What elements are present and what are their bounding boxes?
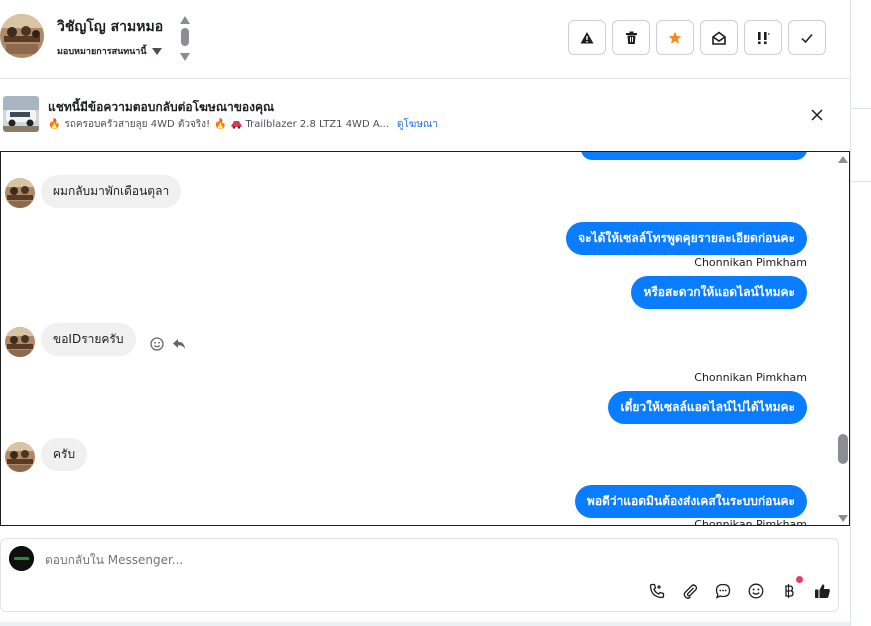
conversation-navigator [179,16,191,62]
mark-done-button[interactable] [788,20,826,55]
delete-button[interactable] [612,20,650,55]
scroll-down-arrow[interactable] [838,515,848,522]
notification-dot [796,576,803,583]
avatar [5,178,35,208]
emoji-icon [748,583,764,599]
trash-icon [625,31,637,44]
contact-name: วิชัญโญ สามหมอ [57,19,164,35]
baht-icon [785,584,794,598]
view-ad-link[interactable]: ดูโฆษณา [397,117,438,132]
saved-reply-icon [715,583,731,599]
saved-reply-button[interactable] [713,581,733,601]
conversation-panel: วิชัญโญ สามหมอ มอบหมายการสนทนานี้ แชทนี้… [0,0,850,622]
message-bubble-outgoing[interactable]: หรือสะดวกให้แอดไลน์ไหมคะ [631,276,807,309]
assign-label: มอบหมายการสนทนานี้ [57,47,147,57]
avatar [5,442,35,472]
ad-reply-banner: แชทนี้มีข้อความตอบกลับต่อโฆษณาของคุณ 🔥 ร… [0,80,850,150]
message-bubble-outgoing-partial [581,152,807,160]
fire-icon: 🔥 [48,119,61,130]
conversation-header: วิชัญโญ สามหมอ มอบหมายการสนทนานี้ [0,0,850,79]
reply-icon[interactable] [172,338,186,350]
car-icon [231,121,242,129]
mark-unread-icon [712,31,726,45]
chevron-down-icon [151,47,162,55]
ad-thumbnail[interactable] [3,96,39,132]
attachment-icon [683,584,698,599]
scrollbar-thumb[interactable] [838,434,848,464]
divider [851,181,871,182]
sender-name: Chonnikan Pimkham [694,371,807,384]
emoji-button[interactable] [746,581,766,601]
previous-conversation-icon[interactable] [180,16,190,24]
sender-name: Chonnikan Pimkham [694,256,807,269]
avatar [5,327,35,357]
page: วิชัญโญ สามหมอ มอบหมายการสนทนานี้ แชทนี้… [0,0,871,626]
scroll-up-arrow[interactable] [838,156,848,163]
follow-up-icon [758,31,770,44]
react-emoji-icon[interactable] [150,337,164,351]
navigator-handle [181,28,189,46]
message-bubble-outgoing[interactable]: พอดีว่าแอดมินต้องส่งเคสในระบบก่อนคะ [574,485,807,518]
star-icon [668,31,682,44]
ad-headline-tail: Trailblazer 2.8 LTZ1 4WD A... [245,119,390,130]
like-button[interactable] [812,581,832,601]
message-list[interactable]: ผมกลับมาพักเดือนตุลา จะได้ให้เซลล์โทรพูด… [0,151,850,526]
fire-icon: 🔥 [214,119,227,130]
message-bubble-incoming[interactable]: ขอIDรายครับ [41,323,136,356]
message-actions [150,337,186,351]
reply-composer [0,538,839,612]
reply-input[interactable] [45,553,545,567]
page-avatar [9,546,34,571]
close-icon [811,109,823,121]
divider [851,108,871,109]
message-bubble-outgoing[interactable]: จะได้ให้เซลล์โทรพูดคุยรายละเอียดก่อนคะ [566,222,807,255]
assign-conversation-dropdown[interactable]: มอบหมายการสนทนานี้ [57,44,162,58]
composer-toolbar [647,576,832,601]
message-bubble-incoming[interactable]: ครับ [41,438,88,471]
close-banner-button[interactable] [806,104,828,126]
avatar[interactable] [0,14,44,58]
attach-button[interactable] [680,581,700,601]
message-bubble-outgoing[interactable]: เดี๋ยวให้เซลล์แอดไลน์ไปได้ไหมคะ [608,391,807,424]
next-conversation-icon[interactable] [180,53,190,61]
thumbs-up-icon [814,584,830,598]
follow-up-button[interactable] [744,20,782,55]
ad-headline: รถครอบครัวสายลุย 4WD ตัวจริง! [64,119,211,130]
right-panel [850,0,871,626]
warning-icon [580,31,594,43]
mark-unread-button[interactable] [700,20,738,55]
header-actions [568,20,826,55]
report-spam-button[interactable] [568,20,606,55]
payment-button[interactable] [779,576,803,601]
done-icon [801,33,813,43]
ad-banner-subtitle: 🔥 รถครอบครัวสายลุย 4WD ตัวจริง! 🔥 Trailb… [48,117,438,132]
ad-banner-title: แชทนี้มีข้อความตอบกลับต่อโฆษณาของคุณ [48,100,275,114]
call-button[interactable] [647,581,667,601]
message-bubble-incoming[interactable]: ผมกลับมาพักเดือนตุลา [41,175,182,208]
call-icon [649,583,665,599]
star-button[interactable] [656,20,694,55]
sender-name: Chonnikan Pimkham [694,518,807,526]
